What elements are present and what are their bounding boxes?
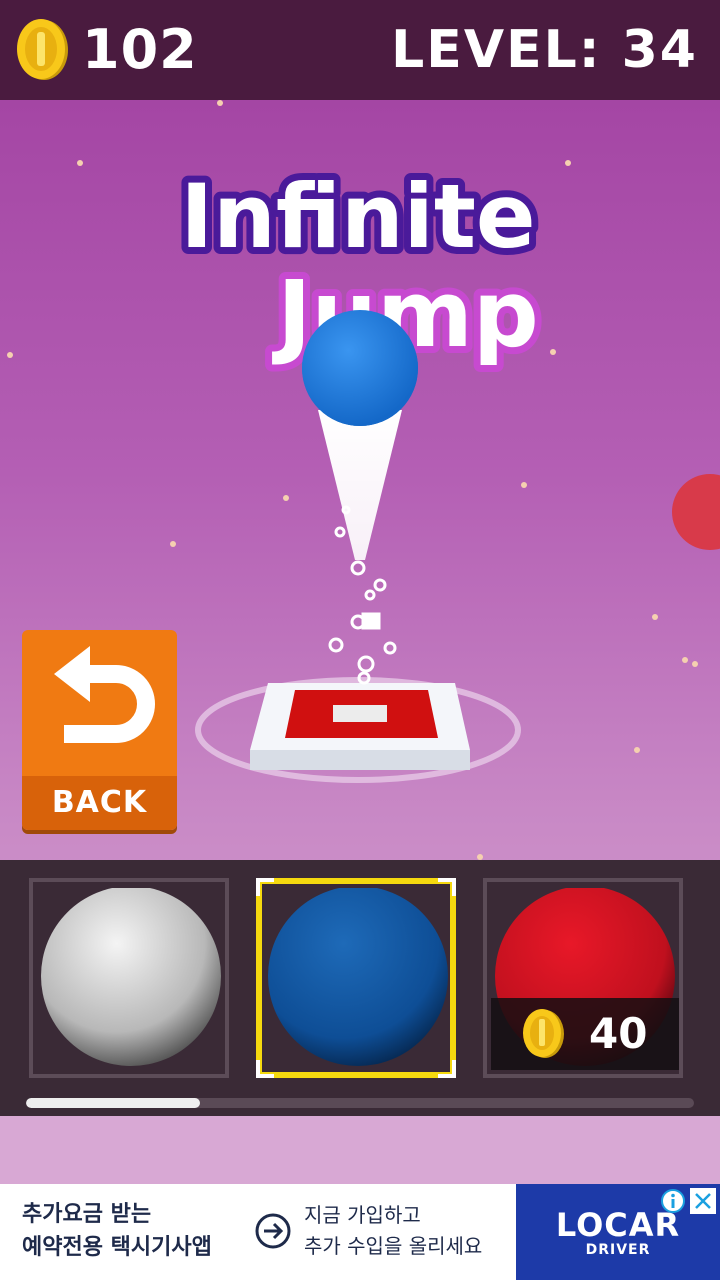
back-button-label[interactable]: BACK	[22, 776, 177, 830]
coin-icon	[17, 19, 68, 80]
arrow-right-circle-icon[interactable]	[254, 1212, 292, 1250]
coin-count: 102	[82, 18, 198, 81]
ball-price: 40	[589, 1009, 648, 1058]
white-ball-icon	[41, 888, 221, 1066]
bottom-band	[0, 1116, 720, 1184]
top-bar: 102 LEVEL: 34	[0, 0, 720, 100]
blue-ball-icon	[268, 888, 448, 1066]
ad-subtext-line1: 지금 가입하고	[304, 1203, 421, 1227]
shop-scrollbar[interactable]	[26, 1098, 694, 1108]
back-button-face[interactable]	[22, 630, 177, 776]
shop-scroll-thumb[interactable]	[26, 1098, 200, 1108]
ad-subtext[interactable]: 지금 가입하고 추가 수입을 올리세요	[304, 1200, 514, 1262]
ball-slot-blue[interactable]	[256, 878, 456, 1078]
ad-headline[interactable]: 추가요금 받는 예약전용 택시기사앱	[22, 1198, 262, 1264]
level-indicator: LEVEL: 34	[391, 20, 698, 80]
info-icon[interactable]	[660, 1188, 686, 1214]
player-ball-front	[302, 310, 418, 426]
coin-icon	[523, 1009, 564, 1058]
ad-subtext-line2: 추가 수입을 올리세요	[304, 1234, 483, 1258]
back-button[interactable]: BACK	[22, 630, 177, 830]
jump-trail	[318, 410, 402, 560]
ball-slot-red[interactable]: 40	[483, 878, 683, 1078]
ball-shop: 40	[0, 860, 720, 1116]
ad-headline-line1: 추가요금 받는	[22, 1202, 152, 1227]
obstacle-ball	[672, 474, 720, 550]
ball-slot-white[interactable]	[29, 878, 229, 1078]
ad-brand-sub: DRIVER	[585, 1242, 651, 1258]
ad-banner[interactable]: 추가요금 받는 예약전용 택시기사앱 지금 가입하고 추가 수입을 올리세요 L…	[0, 1184, 720, 1280]
ad-headline-line2: 예약전용 택시기사앱	[22, 1235, 212, 1260]
close-icon[interactable]	[690, 1188, 716, 1214]
undo-arrow-icon	[54, 646, 155, 743]
price-tag: 40	[491, 998, 679, 1070]
platform	[250, 683, 470, 770]
title-line1: Infinite	[180, 165, 535, 268]
